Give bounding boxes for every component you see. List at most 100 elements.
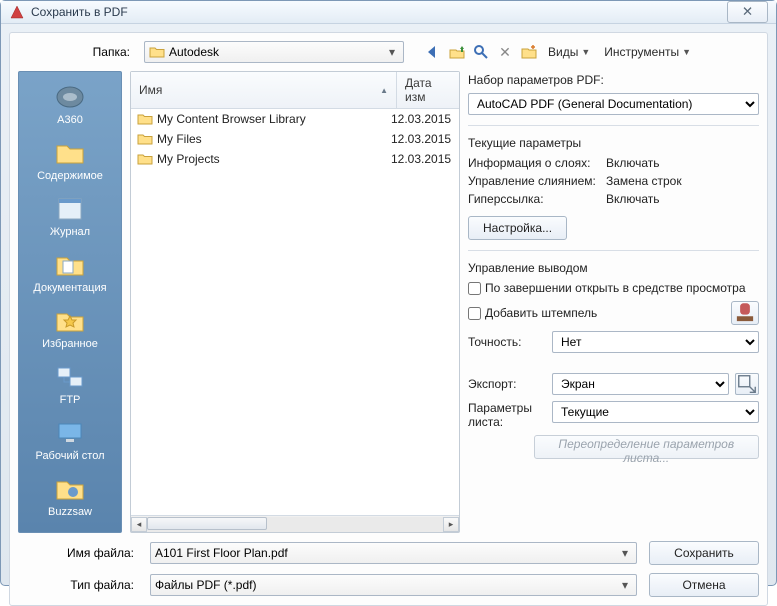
- file-date: 12.03.2015: [391, 112, 453, 126]
- divider: [468, 125, 759, 126]
- stamp-settings-button[interactable]: [731, 301, 759, 325]
- location-row: Папка: Autodesk ▾ ✕: [18, 41, 759, 63]
- tools-menu[interactable]: Инструменты ▼: [600, 45, 695, 59]
- place-favorites[interactable]: Избранное: [19, 302, 121, 358]
- window-title: Сохранить в PDF: [31, 5, 727, 19]
- current-params-grid: Информация о слоях: Включать Управление …: [468, 156, 759, 206]
- folder-icon: [137, 151, 153, 167]
- filename-combo[interactable]: A101 First Floor Plan.pdf ▾: [150, 542, 637, 564]
- sort-asc-icon: ▲: [380, 86, 388, 95]
- precision-row: Точность: Нет: [468, 331, 759, 353]
- filename-label: Имя файла:: [18, 546, 138, 560]
- precision-label: Точность:: [468, 335, 546, 349]
- export-row: Экспорт: Экран: [468, 373, 759, 395]
- place-label: A360: [57, 114, 83, 126]
- list-item[interactable]: My Content Browser Library 12.03.2015: [131, 109, 459, 129]
- titlebar: Сохранить в PDF ✕: [1, 1, 776, 24]
- cancel-button[interactable]: Отмена: [649, 573, 759, 597]
- chevron-down-icon: ▾: [618, 578, 632, 592]
- place-journal[interactable]: Журнал: [19, 190, 121, 246]
- column-header-name[interactable]: Имя ▲: [131, 72, 397, 108]
- chevron-down-icon: ▼: [581, 47, 590, 57]
- dialog-body: Папка: Autodesk ▾ ✕: [9, 32, 768, 606]
- add-stamp-checkbox[interactable]: [468, 307, 481, 320]
- place-label: Buzzsaw: [48, 506, 92, 518]
- scroll-thumb[interactable]: [147, 517, 267, 530]
- save-as-pdf-window: Сохранить в PDF ✕ Папка: Autodesk ▾: [0, 0, 777, 586]
- add-stamp-label: Добавить штемпель: [485, 306, 597, 320]
- docs-icon: [53, 250, 87, 280]
- col-name-label: Имя: [139, 83, 162, 97]
- preset-select[interactable]: AutoCAD PDF (General Documentation): [468, 93, 759, 115]
- override-row: Переопределение параметров листа...: [468, 435, 759, 459]
- filetype-combo[interactable]: Файлы PDF (*.pdf) ▾: [150, 574, 637, 596]
- settings-button[interactable]: Настройка...: [468, 216, 567, 240]
- place-docs[interactable]: Документация: [19, 246, 121, 302]
- body-row: A360 Содержимое Журнал: [18, 71, 759, 533]
- scroll-left-arrow[interactable]: ◂: [131, 517, 147, 532]
- layer-info-label: Информация о слоях:: [468, 156, 598, 170]
- views-label: Виды: [548, 45, 578, 59]
- places-bar: A360 Содержимое Журнал: [18, 71, 122, 533]
- save-button[interactable]: Сохранить: [649, 541, 759, 565]
- sheet-params-label: Параметры листа:: [468, 401, 546, 429]
- back-icon[interactable]: [424, 43, 442, 61]
- ftp-icon: [53, 362, 87, 392]
- place-content[interactable]: Содержимое: [19, 134, 121, 190]
- place-label: Избранное: [42, 338, 98, 350]
- file-date: 12.03.2015: [391, 132, 453, 146]
- preset-heading: Набор параметров PDF:: [468, 73, 759, 87]
- sheet-params-override-button: Переопределение параметров листа...: [534, 435, 759, 459]
- filetype-value: Файлы PDF (*.pdf): [155, 578, 618, 592]
- precision-select[interactable]: Нет: [552, 331, 759, 353]
- file-date: 12.03.2015: [391, 152, 453, 166]
- location-name: Autodesk: [169, 45, 385, 59]
- sheet-params-select[interactable]: Текущие: [552, 401, 759, 423]
- open-in-viewer-checkbox[interactable]: [468, 282, 481, 295]
- folder-label: Папка:: [18, 45, 138, 59]
- open-in-viewer-label: По завершении открыть в средстве просмот…: [485, 281, 746, 295]
- export-select[interactable]: Экран: [552, 373, 729, 395]
- col-date-label: Дата изм: [405, 76, 451, 104]
- horizontal-scrollbar[interactable]: ◂ ▸: [131, 515, 459, 532]
- new-folder-icon[interactable]: [520, 43, 538, 61]
- add-stamp-row: Добавить штемпель: [468, 301, 759, 325]
- filename-value: A101 First Floor Plan.pdf: [155, 546, 618, 560]
- file-name: My Files: [157, 132, 391, 146]
- folder-icon: [137, 111, 153, 127]
- place-a360[interactable]: A360: [19, 78, 121, 134]
- journal-icon: [53, 194, 87, 224]
- merge-value: Замена строк: [606, 174, 759, 188]
- export-window-button[interactable]: [735, 373, 759, 395]
- place-desktop[interactable]: Рабочий стол: [19, 414, 121, 470]
- delete-icon[interactable]: ✕: [496, 43, 514, 61]
- folder-icon: [137, 131, 153, 147]
- close-button[interactable]: ✕: [727, 1, 768, 23]
- favorites-icon: [53, 306, 87, 336]
- bottom-section: Имя файла: A101 First Floor Plan.pdf ▾ С…: [18, 541, 759, 597]
- list-item[interactable]: My Projects 12.03.2015: [131, 149, 459, 169]
- window-select-icon: [736, 373, 758, 395]
- scroll-right-arrow[interactable]: ▸: [443, 517, 459, 532]
- list-item[interactable]: My Files 12.03.2015: [131, 129, 459, 149]
- place-label: FTP: [60, 394, 81, 406]
- filetype-label: Тип файла:: [18, 578, 138, 592]
- scroll-track[interactable]: [147, 517, 443, 532]
- location-toolbar: ✕ Виды ▼ Инструменты ▼: [424, 43, 695, 61]
- desktop-icon: [53, 418, 87, 448]
- hyperlink-label: Гиперссылка:: [468, 192, 598, 206]
- views-menu[interactable]: Виды ▼: [544, 45, 594, 59]
- a360-icon: [53, 82, 87, 112]
- search-icon[interactable]: [472, 43, 490, 61]
- file-rows[interactable]: My Content Browser Library 12.03.2015 My…: [131, 109, 459, 515]
- output-heading: Управление выводом: [468, 261, 759, 275]
- place-label: Рабочий стол: [35, 450, 104, 462]
- column-header-date[interactable]: Дата изм: [397, 72, 459, 108]
- place-buzzsaw[interactable]: Buzzsaw: [19, 470, 121, 526]
- up-icon[interactable]: [448, 43, 466, 61]
- app-icon: [9, 4, 25, 20]
- sheet-params-row: Параметры листа: Текущие: [468, 401, 759, 429]
- place-ftp[interactable]: FTP: [19, 358, 121, 414]
- open-in-viewer-row: По завершении открыть в средстве просмот…: [468, 281, 759, 295]
- location-combo[interactable]: Autodesk ▾: [144, 41, 404, 63]
